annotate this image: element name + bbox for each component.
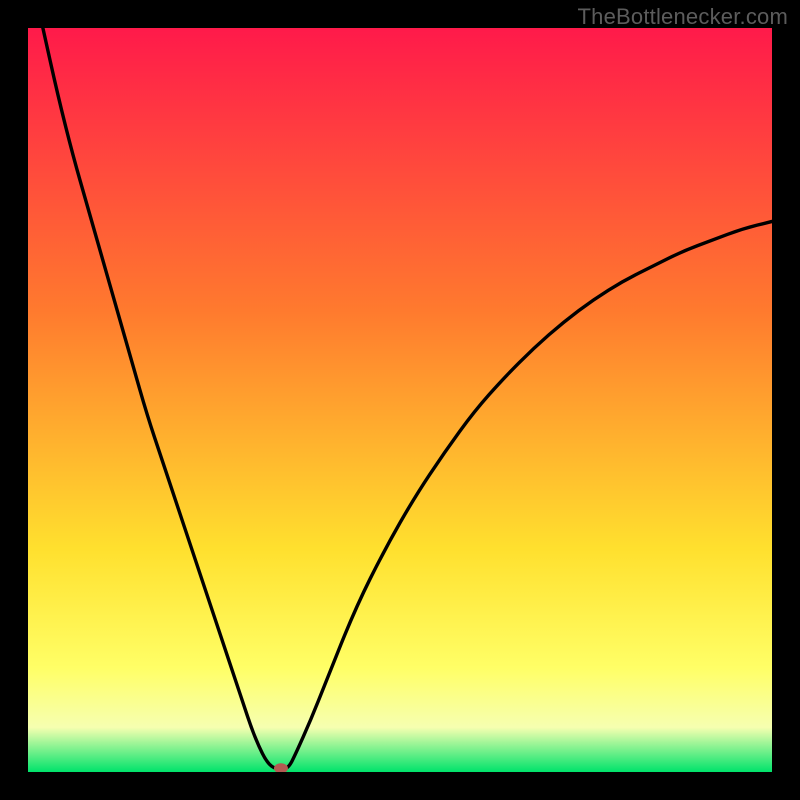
- chart-frame: TheBottlenecker.com: [0, 0, 800, 800]
- chart-svg: [28, 28, 772, 772]
- plot-area: [28, 28, 772, 772]
- gradient-background: [28, 28, 772, 772]
- watermark-text: TheBottlenecker.com: [578, 4, 788, 30]
